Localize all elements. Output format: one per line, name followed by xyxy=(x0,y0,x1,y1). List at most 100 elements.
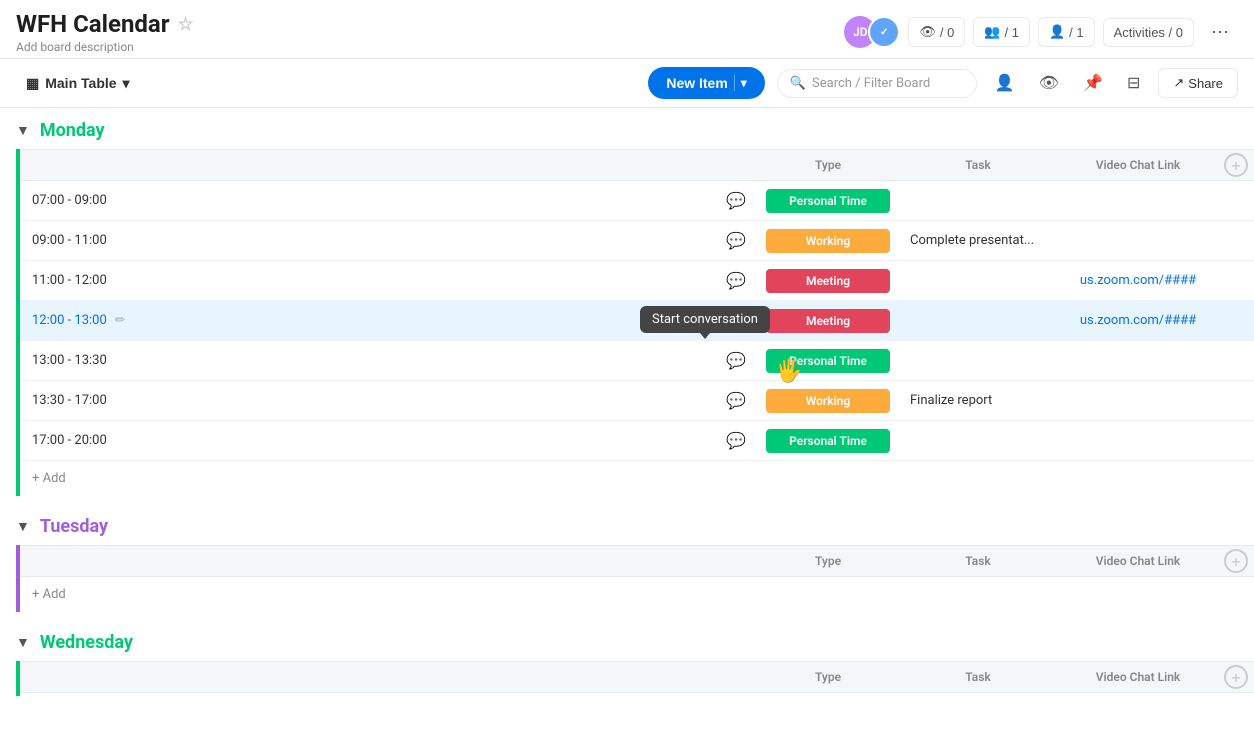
monday-col-headers: Type Task Video Chat Link + xyxy=(20,149,1254,181)
eye-filter-btn[interactable]: 👁 xyxy=(1033,67,1065,99)
col-add-header[interactable]: + xyxy=(1218,153,1254,177)
add-column-btn-wed[interactable]: + xyxy=(1224,665,1248,689)
row-task-1 xyxy=(898,191,1058,211)
tooltip-label: Start conversation xyxy=(652,312,758,327)
table-row: 17:00 - 20:00 💬 Personal Time xyxy=(20,421,1254,461)
chat-icon-2[interactable]: 💬 xyxy=(726,231,746,250)
group-monday: ▼ Monday Type Task Video Chat Link + 07:… xyxy=(0,108,1254,496)
wednesday-col-headers: Type Task Video Chat Link + xyxy=(20,661,1254,693)
board-description[interactable]: Add board description xyxy=(16,38,194,54)
member-count: / 1 xyxy=(1069,25,1083,40)
time-label: 11:00 - 12:00 xyxy=(32,273,107,288)
type-badge-personal-2: Personal Time xyxy=(766,349,890,373)
table-row: 09:00 - 11:00 💬 Working Complete present… xyxy=(20,221,1254,261)
group-wednesday-arrow[interactable]: ▼ xyxy=(16,634,30,651)
chat-icon-5[interactable]: 💬 xyxy=(726,351,746,370)
row-task-7 xyxy=(898,431,1058,451)
group-monday-arrow[interactable]: ▼ xyxy=(16,122,30,139)
row-link-7 xyxy=(1058,431,1218,451)
chevron-down-icon: ▾ xyxy=(123,75,130,92)
avatar-status[interactable]: ✓ xyxy=(868,16,900,48)
add-column-btn[interactable]: + xyxy=(1224,153,1248,177)
group-monday-header: ▼ Monday xyxy=(0,108,1254,149)
invite-btn[interactable]: 👁 / 0 xyxy=(908,17,965,47)
row-type-1: Personal Time xyxy=(758,183,898,219)
new-item-arrow-icon: ▾ xyxy=(741,76,747,90)
main-table-btn[interactable]: ▦ Main Table ▾ xyxy=(16,69,140,98)
row-link-4[interactable]: us.zoom.com/#### xyxy=(1058,303,1218,338)
activities-btn[interactable]: Activities / 0 xyxy=(1103,18,1194,47)
search-box[interactable]: 🔍 Search / Filter Board xyxy=(777,69,977,98)
type-badge-working-2: Working xyxy=(766,389,890,413)
group-tuesday-arrow[interactable]: ▼ xyxy=(16,518,30,535)
wednesday-table: Type Task Video Chat Link + + Add xyxy=(16,661,1254,696)
guests-icon: 👥 xyxy=(984,24,1000,40)
main-table-label: Main Table xyxy=(45,75,116,91)
row-link-5 xyxy=(1058,351,1218,371)
invite-count: / 0 xyxy=(940,25,954,40)
col-task-header-tue: Task xyxy=(898,546,1058,576)
start-conversation-tooltip: Start conversation xyxy=(640,306,770,333)
member-btn[interactable]: 👤 / 1 xyxy=(1038,17,1095,47)
search-icon: 🔍 xyxy=(790,76,806,91)
chat-icon-6[interactable]: 💬 xyxy=(726,391,746,410)
col-add-header-wed[interactable]: + xyxy=(1218,665,1254,689)
col-add-header-tue[interactable]: + xyxy=(1218,549,1254,573)
new-item-btn[interactable]: New Item ▾ xyxy=(648,67,765,99)
add-row-label: + Add xyxy=(32,471,66,486)
share-label: Share xyxy=(1188,76,1223,91)
person-icon-btn[interactable]: 👤 xyxy=(989,67,1021,99)
group-tuesday-title: Tuesday xyxy=(40,516,108,537)
row-task-2: Complete presentat... xyxy=(898,223,1058,258)
more-btn[interactable]: ⋯ xyxy=(1202,16,1238,48)
filter-btn[interactable]: ⊟ xyxy=(1121,67,1146,99)
row-type-5: Personal Time xyxy=(758,343,898,379)
row-link-2 xyxy=(1058,231,1218,251)
edit-icon[interactable]: ✏ xyxy=(115,313,126,328)
row-task-3 xyxy=(898,271,1058,291)
chat-icon-1[interactable]: 💬 xyxy=(726,191,746,210)
tuesday-add-row[interactable]: + Add xyxy=(20,577,1254,612)
chat-icon-3[interactable]: 💬 xyxy=(726,271,746,290)
type-badge-personal: Personal Time xyxy=(766,189,890,213)
header-right: JD ✓ 👁 / 0 👥 / 1 👤 / 1 Activities / 0 ⋯ xyxy=(844,16,1238,48)
members-icon: 👤 xyxy=(1049,24,1065,40)
row-link-3[interactable]: us.zoom.com/#### xyxy=(1058,263,1218,298)
row-time-3: 11:00 - 12:00 💬 xyxy=(20,261,758,300)
row-link-1 xyxy=(1058,191,1218,211)
eye-icon: 👁 xyxy=(919,24,936,40)
toolbar: ▦ Main Table ▾ New Item ▾ 🔍 Search / Fil… xyxy=(0,59,1254,108)
table-row: 07:00 - 09:00 💬 Personal Time xyxy=(20,181,1254,221)
top-header: WFH Calendar ☆ Add board description JD … xyxy=(0,0,1254,59)
share-arrow-icon: ↗ xyxy=(1173,75,1184,91)
col-task-header-wed: Task xyxy=(898,662,1058,692)
wednesday-add-row[interactable]: + Add xyxy=(20,693,1254,696)
row-time-6: 13:30 - 17:00 💬 xyxy=(20,381,758,420)
share-btn[interactable]: ↗ Share xyxy=(1158,68,1238,98)
type-badge-meeting-2: Meeting xyxy=(766,309,890,333)
monday-add-row[interactable]: + Add xyxy=(20,461,1254,496)
add-column-btn-tue[interactable]: + xyxy=(1224,549,1248,573)
board-title: WFH Calendar ☆ xyxy=(16,10,194,38)
board-title-area: WFH Calendar ☆ Add board description xyxy=(16,10,194,54)
new-item-divider xyxy=(734,75,735,91)
group-monday-title: Monday xyxy=(40,120,105,141)
tuesday-table: Type Task Video Chat Link + + Add xyxy=(16,545,1254,612)
guest-btn[interactable]: 👥 / 1 xyxy=(973,17,1030,47)
type-badge-working: Working xyxy=(766,229,890,253)
row-type-7: Personal Time xyxy=(758,423,898,459)
row-time-1: 07:00 - 09:00 💬 xyxy=(20,181,758,220)
group-wednesday: ▼ Wednesday Type Task Video Chat Link + … xyxy=(0,620,1254,696)
col-name-header-wed xyxy=(20,669,758,685)
col-link-header-wed: Video Chat Link xyxy=(1058,662,1218,692)
type-badge-meeting: Meeting xyxy=(766,269,890,293)
group-wednesday-title: Wednesday xyxy=(40,632,133,653)
col-type-header-tue: Type xyxy=(758,546,898,576)
guest-count: / 1 xyxy=(1005,25,1019,40)
pin-btn[interactable]: 📌 xyxy=(1077,67,1109,99)
col-name-header xyxy=(20,157,758,173)
chat-icon-7[interactable]: 💬 xyxy=(726,431,746,450)
group-tuesday-header: ▼ Tuesday xyxy=(0,504,1254,545)
star-icon[interactable]: ☆ xyxy=(178,14,194,35)
row-type-6: Working xyxy=(758,383,898,419)
